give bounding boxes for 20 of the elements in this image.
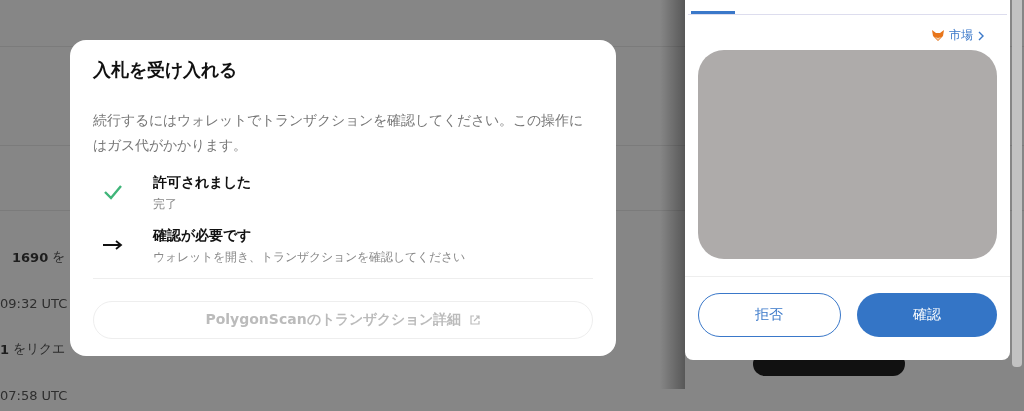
timestamp: 09:32 UTC <box>0 295 68 311</box>
fox-icon <box>931 29 945 42</box>
timestamp: 07:58 UTC <box>0 387 68 403</box>
step-title: 許可されました <box>153 174 251 192</box>
confirm-button[interactable]: 確認 <box>856 293 997 337</box>
reject-button[interactable]: 拒否 <box>698 293 841 337</box>
dialog-title: 入札を受け入れる <box>93 58 238 82</box>
step-title: 確認が必要です <box>153 227 252 245</box>
arrow-icon <box>103 240 123 250</box>
amount-text: 1 <box>0 341 10 357</box>
dialog-description: 続行するにはウォレットでトランザクションを確認してください。この操作にはガス代がかかります。 <box>93 111 584 155</box>
chevron-right-icon <box>977 30 985 41</box>
market-link[interactable]: 市場 <box>931 27 985 44</box>
external-link-icon <box>468 314 481 326</box>
step-subtitle: ウォレットを開き、トランザクションを確認してください <box>153 249 465 266</box>
request-text: を <box>52 248 66 266</box>
amount-text: 1690 <box>12 249 49 265</box>
check-icon <box>103 184 123 200</box>
request-text: をリクエ <box>13 340 66 358</box>
step-subtitle: 完了 <box>153 196 178 213</box>
